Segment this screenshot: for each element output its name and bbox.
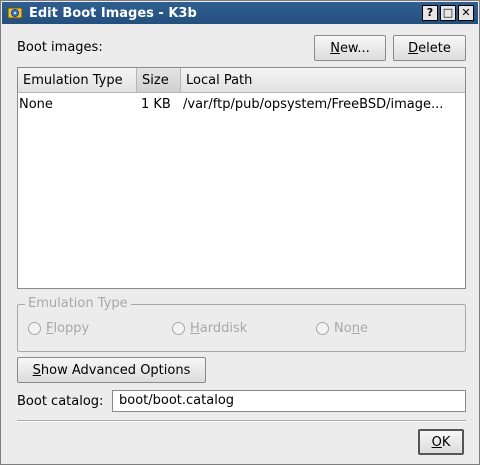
ok-button[interactable]: OK: [418, 429, 464, 455]
delete-button-mnemonic: D: [408, 40, 419, 56]
cell-size: 1 KB: [141, 96, 171, 112]
delete-button-label-post: elete: [418, 40, 451, 56]
show-advanced-options-button[interactable]: Show Advanced Options: [17, 357, 206, 383]
title-bar[interactable]: Edit Boot Images - K3b ? □ ✕: [2, 2, 478, 24]
radio-none-label-post: e: [359, 321, 368, 336]
new-button-label-post: ew...: [339, 40, 370, 56]
new-button[interactable]: New...: [314, 35, 386, 61]
advanced-button-mnemonic: S: [32, 362, 41, 378]
radio-none[interactable]: No n e: [316, 321, 368, 336]
radio-circle-icon: [28, 322, 41, 335]
boot-images-label: Boot images:: [17, 40, 103, 55]
radio-floppy-mnemonic: F: [46, 321, 54, 336]
radio-harddisk-label-post: arddisk: [199, 321, 248, 336]
radio-none-label-pre: No: [334, 321, 352, 336]
delete-button[interactable]: Delete: [393, 35, 466, 61]
column-local-path[interactable]: Local Path: [181, 68, 465, 92]
radio-circle-icon: [172, 322, 185, 335]
boot-catalog-input[interactable]: boot/boot.catalog: [112, 390, 466, 412]
separator: [17, 420, 466, 422]
window-title: Edit Boot Images - K3b: [29, 5, 197, 21]
ok-button-mnemonic: O: [431, 434, 442, 450]
boot-images-list[interactable]: Emulation Type Size Local Path None 1 KB…: [17, 67, 466, 289]
list-header: Emulation Type Size Local Path: [18, 68, 465, 93]
edit-boot-images-dialog: Edit Boot Images - K3b ? □ ✕ Boot images…: [0, 0, 480, 465]
ok-button-label-post: K: [441, 434, 451, 450]
new-button-mnemonic: N: [330, 40, 340, 56]
help-button[interactable]: ?: [422, 5, 438, 21]
advanced-button-label-post: how Advanced Options: [40, 362, 191, 378]
cell-local-path: /var/ftp/pub/opsystem/FreeBSD/image...: [183, 96, 444, 112]
boot-catalog-label: Boot catalog:: [17, 394, 104, 409]
radio-harddisk-mnemonic: H: [190, 321, 200, 336]
emulation-type-group: Emulation Type Floppy Harddisk No n e: [17, 296, 466, 352]
radio-floppy-label-post: loppy: [53, 321, 90, 336]
cell-emulation-type: None: [19, 96, 53, 112]
emulation-type-group-title: Emulation Type: [25, 296, 131, 311]
k3b-app-icon[interactable]: [7, 5, 23, 21]
column-emulation-type[interactable]: Emulation Type: [18, 68, 137, 92]
close-button[interactable]: ✕: [458, 5, 474, 21]
radio-harddisk[interactable]: Harddisk: [172, 321, 247, 336]
radio-circle-icon: [316, 322, 329, 335]
radio-floppy[interactable]: Floppy: [28, 321, 89, 336]
radio-none-mnemonic: n: [351, 321, 360, 336]
maximize-button[interactable]: □: [440, 5, 456, 21]
column-size[interactable]: Size: [137, 68, 181, 92]
list-item[interactable]: None 1 KB /var/ftp/pub/opsystem/FreeBSD/…: [18, 93, 465, 115]
